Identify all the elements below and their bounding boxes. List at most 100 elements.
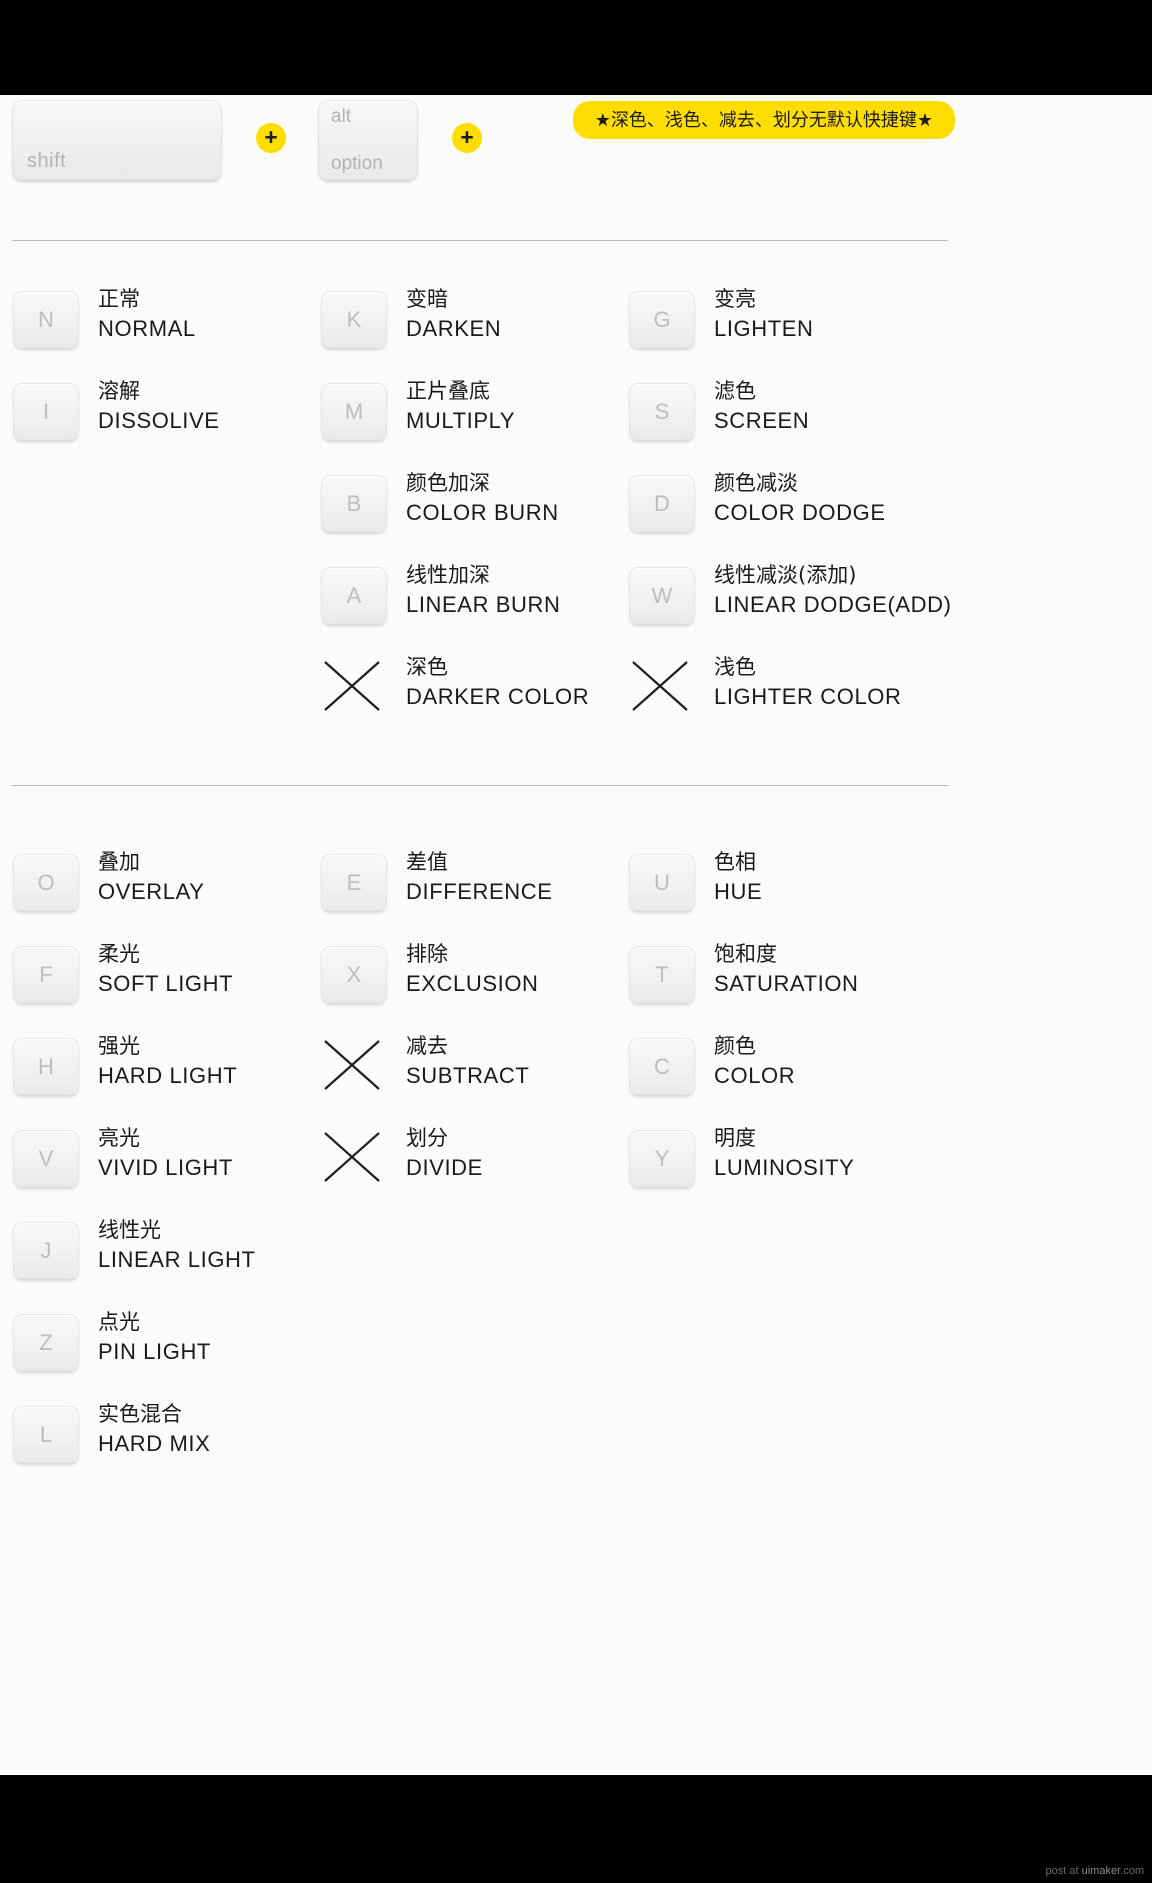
blend-mode-row[interactable]: Z 点光 PIN LIGHT [10, 1310, 320, 1402]
blend-mode-row[interactable]: W 线性减淡(添加) LINEAR DODGE(ADD) [626, 563, 956, 655]
blend-mode-labels: 明度 LUMINOSITY [714, 1123, 854, 1183]
shortcut-sheet: shift + alt option + ★深色、浅色、减去、划分无默认快捷键★… [0, 95, 1152, 1775]
keycap-j[interactable]: J [13, 1222, 79, 1279]
blend-mode-name-en: COLOR DODGE [714, 500, 886, 525]
blend-mode-labels: 线性减淡(添加) LINEAR DODGE(ADD) [714, 560, 952, 620]
option-key-label: option [331, 153, 383, 174]
blend-mode-row[interactable]: E 差值 DIFFERENCE [318, 850, 628, 942]
blend-mode-labels: 柔光 SOFT LIGHT [98, 939, 233, 999]
keycap-i[interactable]: I [13, 383, 79, 440]
blend-mode-row[interactable]: U 色相 HUE [626, 850, 956, 942]
blend-mode-name-en: PIN LIGHT [98, 1339, 211, 1364]
blend-mode-row[interactable]: A 线性加深 LINEAR BURN [318, 563, 628, 655]
blend-mode-name-cn: 变暗 [406, 287, 448, 311]
blend-mode-name-en: DIFFERENCE [406, 879, 553, 904]
blend-mode-name-en: NORMAL [98, 316, 196, 341]
divider-top [12, 240, 948, 241]
blend-mode-row[interactable]: 浅色 LIGHTER COLOR [626, 655, 956, 747]
blend-mode-labels: 差值 DIFFERENCE [406, 847, 553, 907]
blend-mode-row[interactable]: S 滤色 SCREEN [626, 379, 956, 471]
blend-mode-name-en: SUBTRACT [406, 1063, 530, 1088]
blend-mode-name-cn: 颜色加深 [406, 471, 490, 495]
keycap-v[interactable]: V [13, 1130, 79, 1187]
blend-mode-row[interactable]: C 颜色 COLOR [626, 1034, 956, 1126]
blend-mode-name-en: SOFT LIGHT [98, 971, 234, 996]
blend-mode-row[interactable]: T 饱和度 SATURATION [626, 942, 956, 1034]
blend-mode-row[interactable]: J 线性光 LINEAR LIGHT [10, 1218, 320, 1310]
keycap-g[interactable]: G [629, 291, 695, 348]
blend-mode-row[interactable]: F 柔光 SOFT LIGHT [10, 942, 320, 1034]
blend-mode-labels: 划分 DIVIDE [406, 1123, 483, 1183]
blend-mode-name-cn: 划分 [406, 1126, 448, 1150]
keycap-y[interactable]: Y [629, 1130, 695, 1187]
blend-mode-name-cn: 颜色 [714, 1034, 756, 1058]
blend-mode-labels: 排除 EXCLUSION [406, 939, 539, 999]
keycap-m[interactable]: M [321, 383, 387, 440]
watermark-suffix: .com [1120, 1865, 1144, 1877]
keycap-w[interactable]: W [629, 567, 695, 624]
no-shortcut-x-icon [324, 1040, 380, 1090]
blend-mode-name-en: LINEAR DODGE(ADD) [714, 592, 952, 617]
keycap-s[interactable]: S [629, 383, 695, 440]
alt-option-key[interactable]: alt option [318, 100, 418, 180]
keycap-t[interactable]: T [629, 946, 695, 1003]
blend-mode-labels: 溶解 DISSOLIVE [98, 376, 220, 436]
keycap-a[interactable]: A [321, 567, 387, 624]
keycap-z[interactable]: Z [13, 1314, 79, 1371]
keycap-c[interactable]: C [629, 1038, 695, 1095]
keycap-e[interactable]: E [321, 854, 387, 911]
blend-mode-labels: 变暗 DARKEN [406, 284, 501, 344]
keycap-d[interactable]: D [629, 475, 695, 532]
blend-mode-row[interactable]: 深色 DARKER COLOR [318, 655, 628, 747]
blend-mode-name-en: COLOR BURN [406, 500, 559, 525]
keycap-l[interactable]: L [13, 1406, 79, 1463]
keycap-n[interactable]: N [13, 291, 79, 348]
blend-mode-name-en: LINEAR LIGHT [98, 1247, 256, 1272]
blend-mode-row[interactable]: 减去 SUBTRACT [318, 1034, 628, 1126]
blend-mode-row[interactable]: I 溶解 DISSOLIVE [10, 379, 320, 471]
blend-mode-row[interactable]: Y 明度 LUMINOSITY [626, 1126, 956, 1218]
blend-mode-name-en: LUMINOSITY [714, 1155, 855, 1180]
keycap-f[interactable]: F [13, 946, 79, 1003]
blend-mode-row[interactable]: 划分 DIVIDE [318, 1126, 628, 1218]
blend-mode-name-en: DARKEN [406, 316, 502, 341]
blend-mode-row[interactable]: X 排除 EXCLUSION [318, 942, 628, 1034]
keycap-b[interactable]: B [321, 475, 387, 532]
keycap-u[interactable]: U [629, 854, 695, 911]
blend-mode-row[interactable]: G 变亮 LIGHTEN [626, 287, 956, 379]
blend-mode-labels: 浅色 LIGHTER COLOR [714, 652, 902, 712]
keycap-x[interactable]: X [321, 946, 387, 1003]
blend-mode-row[interactable]: B 颜色加深 COLOR BURN [318, 471, 628, 563]
keycap-h[interactable]: H [13, 1038, 79, 1095]
blend-mode-labels: 线性加深 LINEAR BURN [406, 560, 561, 620]
blend-mode-name-cn: 饱和度 [714, 942, 777, 966]
blend-mode-name-cn: 颜色减淡 [714, 471, 798, 495]
blend-mode-name-cn: 深色 [406, 655, 448, 679]
blend-mode-labels: 颜色加深 COLOR BURN [406, 468, 559, 528]
blend-mode-name-cn: 叠加 [98, 850, 140, 874]
blend-mode-row[interactable]: H 强光 HARD LIGHT [10, 1034, 320, 1126]
no-shortcut-x-icon [632, 661, 688, 711]
blend-mode-labels: 正片叠底 MULTIPLY [406, 376, 515, 436]
blend-mode-row[interactable]: O 叠加 OVERLAY [10, 850, 320, 942]
blend-mode-name-cn: 排除 [406, 942, 448, 966]
keycap-k[interactable]: K [321, 291, 387, 348]
blend-mode-name-cn: 差值 [406, 850, 448, 874]
keycap-o[interactable]: O [13, 854, 79, 911]
blend-mode-name-en: SCREEN [714, 408, 810, 433]
shift-key[interactable]: shift [12, 100, 222, 180]
blend-mode-row[interactable]: K 变暗 DARKEN [318, 287, 628, 379]
blend-mode-row[interactable]: D 颜色减淡 COLOR DODGE [626, 471, 956, 563]
blend-mode-row[interactable]: N 正常 NORMAL [10, 287, 320, 379]
blend-mode-name-en: COLOR [714, 1063, 796, 1088]
blend-mode-name-en: OVERLAY [98, 879, 205, 904]
column-contrast: O 叠加 OVERLAY F 柔光 SOFT LIGHT H 强光 HARD LIGHT V 亮光 V… [10, 850, 320, 1494]
blend-mode-name-cn: 线性加深 [406, 563, 490, 587]
blend-mode-row[interactable]: L 实色混合 HARD MIX [10, 1402, 320, 1494]
blend-mode-row[interactable]: V 亮光 VIVID LIGHT [10, 1126, 320, 1218]
blend-mode-row[interactable]: M 正片叠底 MULTIPLY [318, 379, 628, 471]
blend-mode-name-en: DISSOLIVE [98, 408, 220, 433]
blend-mode-name-cn: 实色混合 [98, 1402, 182, 1426]
blend-mode-labels: 实色混合 HARD MIX [98, 1399, 210, 1459]
blend-mode-name-en: LIGHTER COLOR [714, 684, 902, 709]
